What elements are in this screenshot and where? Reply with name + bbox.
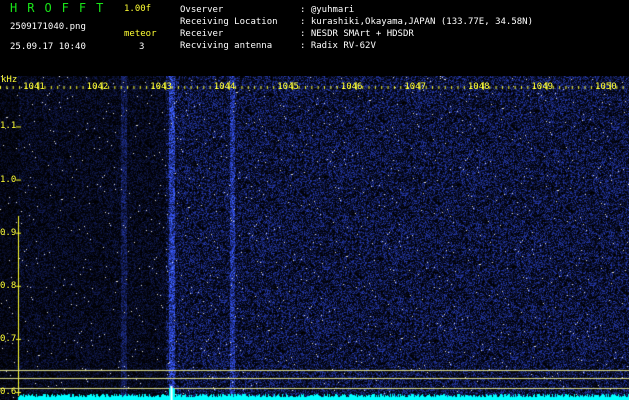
y-tick-label: 1.0 <box>0 174 17 185</box>
spectrogram <box>0 76 629 400</box>
x-unit-label: kHz <box>1 75 18 85</box>
x-tick-label: 1045 <box>277 82 299 92</box>
y-tick-label: 0.9 <box>0 227 17 238</box>
observer-label: Ovserver <box>180 5 224 15</box>
x-tick-label: 1050 <box>594 82 617 92</box>
receiver-label: Receiver <box>180 29 224 39</box>
mode-label: meteor <box>124 29 157 39</box>
file-name: 2509171040.png <box>10 22 86 32</box>
location-label: Receiving Location <box>180 17 278 27</box>
count-label: 3 <box>139 42 145 52</box>
x-tick-label: 1044 <box>213 82 236 92</box>
y-tick-label: 0.6 <box>0 387 17 398</box>
app-title: HROFFT <box>10 1 114 15</box>
y-tick-label: 0.7 <box>0 333 17 344</box>
x-tick-label: 1047 <box>404 82 427 92</box>
x-tick-label: 1049 <box>531 82 554 92</box>
location-value: : kurashiki,Okayama,JAPAN (133.77E, 34.5… <box>300 17 533 27</box>
version-label: 1.00f <box>124 4 152 14</box>
x-tick-label: 1043 <box>150 82 172 92</box>
x-tick-label: 1046 <box>340 82 363 92</box>
x-tick-label: 1042 <box>86 82 109 92</box>
x-tick-label: 1041 <box>23 82 45 92</box>
antenna-label: Recviving antenna <box>180 41 273 51</box>
datetime-label: 25.09.17 10:40 <box>10 42 86 52</box>
y-tick-label: 1.1 <box>0 121 17 132</box>
antenna-value: : Radix RV-62V <box>300 41 376 51</box>
x-tick-label: 1048 <box>467 82 490 92</box>
y-tick-label: 0.8 <box>0 280 17 291</box>
receiver-value: : NESDR SMArt + HDSDR <box>300 29 414 39</box>
observer-value: : @yuhmari <box>300 5 355 15</box>
